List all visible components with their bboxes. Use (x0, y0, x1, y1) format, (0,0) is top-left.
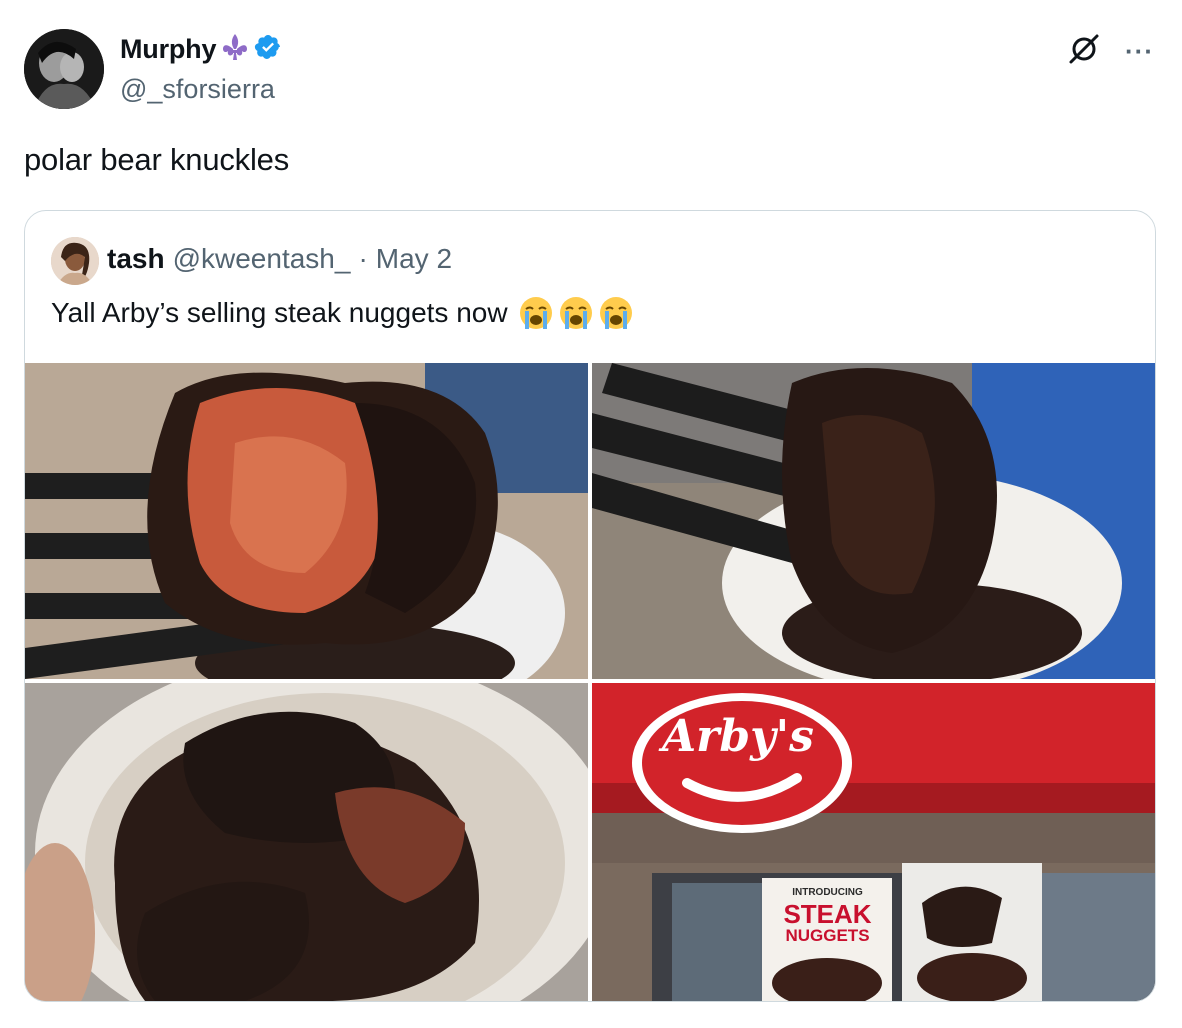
loudly-crying-face-icon (598, 295, 634, 331)
poster-steak-text: STEAK (783, 899, 872, 929)
tweet-text: polar bear knuckles (24, 142, 290, 177)
quoted-header: tash @kweentash_ · May 2 (107, 243, 452, 275)
verified-badge-icon[interactable] (254, 33, 282, 66)
quoted-text-row: Yall Arby’s selling steak nuggets now (51, 295, 634, 331)
author-name-row: Murphy (120, 32, 282, 67)
media-image-steak-nugget-fork-closeup[interactable] (25, 363, 588, 679)
author-handle[interactable]: @_sforsierra (120, 74, 275, 105)
arbys-logo-text: Arby's (662, 711, 814, 762)
poster-nuggets-text: NUGGETS (785, 926, 870, 945)
media-image-cup-of-steak-nuggets[interactable] (25, 683, 588, 1001)
tweet-actions: ··· (1065, 30, 1154, 73)
loudly-crying-face-icon (558, 295, 594, 331)
author-avatar[interactable] (24, 29, 104, 109)
media-image-arbys-storefront[interactable]: Arby's INTRODUCING STEAK NUGGETS (592, 683, 1155, 1001)
quoted-text: Yall Arby’s selling steak nuggets now (51, 297, 508, 328)
author-display-name[interactable]: Murphy (120, 34, 216, 65)
quoted-date[interactable]: May 2 (376, 243, 452, 275)
fleur-de-lis-icon (220, 32, 250, 67)
poster-introducing-text: INTRODUCING (792, 887, 863, 898)
quoted-author-avatar[interactable] (51, 237, 99, 285)
quoted-author-handle[interactable]: @kweentash_ (173, 243, 351, 275)
slashed-circle-icon[interactable] (1065, 30, 1103, 73)
media-grid: Arby's INTRODUCING STEAK NUGGETS (25, 363, 1155, 1001)
more-options-icon[interactable]: ··· (1125, 36, 1154, 67)
loudly-crying-face-icon (518, 295, 554, 331)
quoted-separator: · (358, 243, 368, 274)
quoted-tweet-card[interactable]: tash @kweentash_ · May 2 Yall Arby’s sel… (24, 210, 1156, 1002)
media-image-charred-nugget-on-fork[interactable] (592, 363, 1155, 679)
quoted-author-name[interactable]: tash (107, 243, 165, 275)
